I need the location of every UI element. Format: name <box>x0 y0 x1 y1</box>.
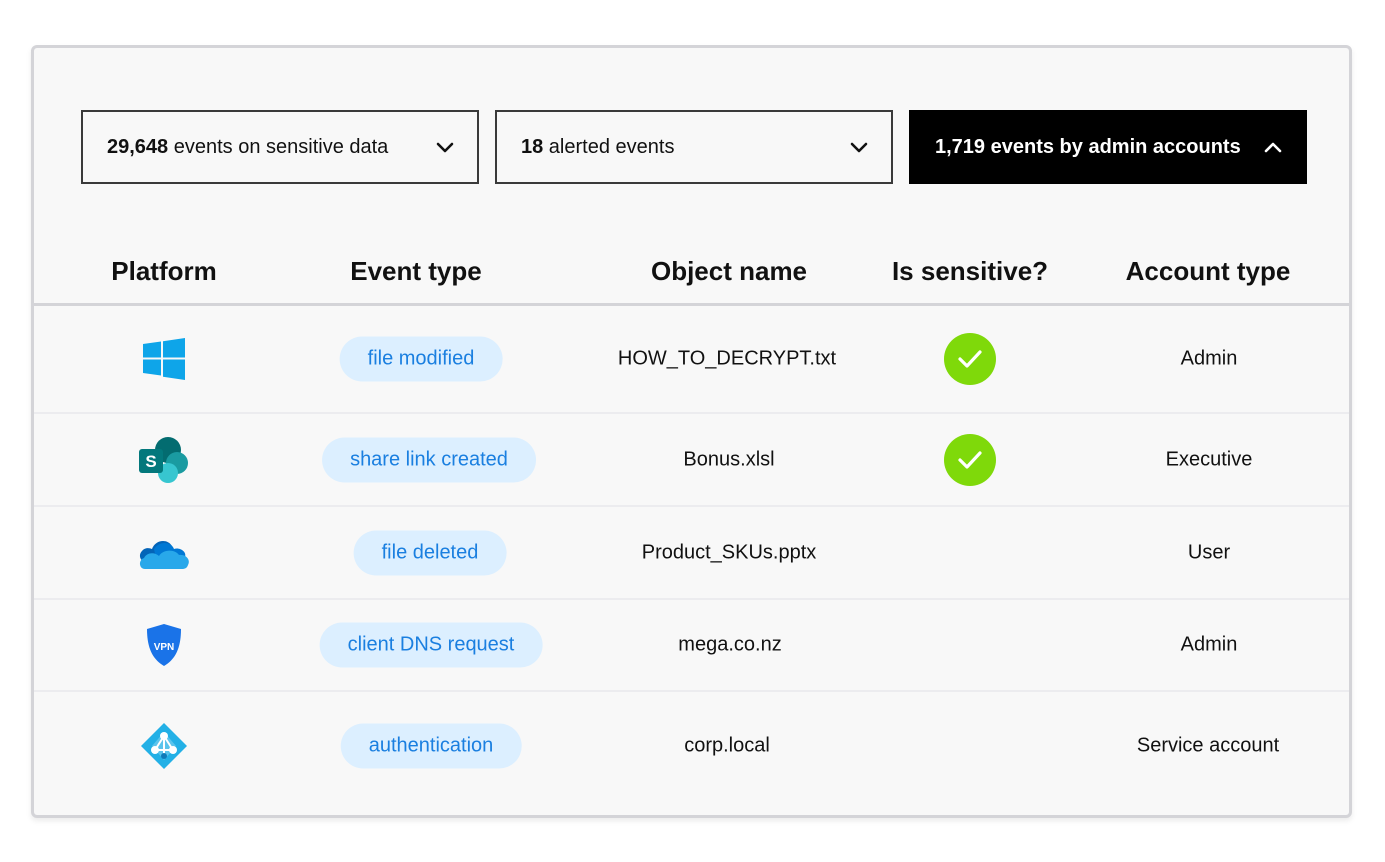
column-header-object-name[interactable]: Object name <box>651 256 807 287</box>
object-name: HOW_TO_DECRYPT.txt <box>617 347 837 370</box>
filter-count: 29,648 <box>107 135 169 158</box>
object-name: corp.local <box>684 734 770 757</box>
table-row[interactable]: authentication corp.local Service accoun… <box>34 692 1349 800</box>
account-type: User <box>1187 541 1231 563</box>
checkmark-icon <box>944 333 996 385</box>
filter-admin-accounts[interactable]: 1,719 events by admin accounts <box>909 110 1307 184</box>
windows-icon <box>142 337 186 381</box>
filter-alerted-events[interactable]: 18 alerted events <box>495 110 893 184</box>
account-type: Executive <box>1165 448 1253 470</box>
column-header-platform[interactable]: Platform <box>111 256 216 287</box>
column-header-is-sensitive[interactable]: Is sensitive? <box>892 256 1048 287</box>
account-type: Service account <box>1136 734 1280 757</box>
vpn-shield-icon: VPN <box>144 622 184 668</box>
checkmark-icon <box>944 433 996 486</box>
table-row[interactable]: file modified HOW_TO_DECRYPT.txt Admin <box>34 306 1349 414</box>
event-type-pill: share link created <box>322 437 536 482</box>
event-type-pill: client DNS request <box>319 622 543 668</box>
event-type-pill: file modified <box>339 336 503 382</box>
events-panel: 29,648 events on sensitive data 18 alert… <box>31 45 1352 818</box>
vpn-label: VPN <box>154 642 175 653</box>
object-name: Product_SKUs.pptx <box>641 541 817 563</box>
onedrive-icon <box>137 535 191 571</box>
chevron-down-icon <box>849 137 869 157</box>
account-type: Admin <box>1180 633 1238 656</box>
azure-ad-icon <box>140 722 188 770</box>
filter-count: 18 <box>521 135 544 158</box>
column-header-event-type[interactable]: Event type <box>350 256 482 287</box>
filter-label: events by admin accounts <box>985 135 1241 158</box>
object-name: mega.co.nz <box>678 633 782 656</box>
column-header-account-type[interactable]: Account type <box>1126 256 1291 287</box>
table-row[interactable]: S share link created Bonus.xlsl Executiv… <box>34 414 1349 507</box>
object-name: Bonus.xlsl <box>683 448 775 470</box>
filter-label: events on sensitive data <box>168 135 389 158</box>
event-type-pill: authentication <box>340 723 522 769</box>
table-row[interactable]: file deleted Product_SKUs.pptx User <box>34 507 1349 600</box>
chevron-down-icon <box>435 137 455 157</box>
svg-text:S: S <box>145 452 156 471</box>
table-header: Platform Event type Object name Is sensi… <box>34 244 1349 306</box>
filter-sensitive-data[interactable]: 29,648 events on sensitive data <box>81 110 479 184</box>
account-type: Admin <box>1180 347 1238 370</box>
filter-label: alerted events <box>543 135 675 158</box>
chevron-up-icon <box>1263 137 1283 157</box>
table-row[interactable]: VPN client DNS request mega.co.nz Admin <box>34 600 1349 692</box>
event-type-pill: file deleted <box>353 530 507 575</box>
filter-count: 1,719 <box>935 135 986 158</box>
sharepoint-icon: S <box>138 436 190 484</box>
